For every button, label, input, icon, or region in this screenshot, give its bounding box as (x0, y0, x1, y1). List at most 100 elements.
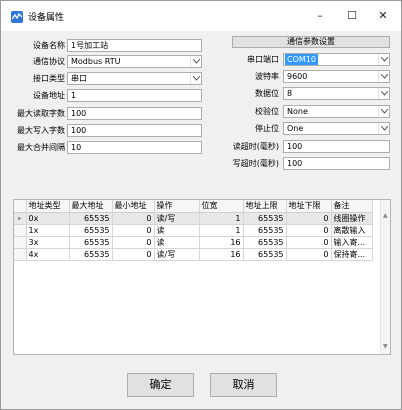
write-timeout-field[interactable]: 100 (283, 157, 390, 170)
table-cell[interactable]: 65535 (69, 212, 113, 225)
column-header[interactable]: 备注 (331, 200, 373, 213)
close-button[interactable]: ✕ (370, 6, 396, 26)
row-header (14, 224, 27, 237)
chevron-down-icon[interactable] (378, 88, 389, 99)
port-label: 串口端口 (247, 55, 279, 64)
column-header[interactable]: 地址类型 (26, 200, 70, 213)
table-cell[interactable]: 0 (286, 248, 332, 261)
databits-value: 8 (287, 89, 293, 98)
table-cell[interactable]: 65535 (243, 236, 287, 249)
table-cell[interactable]: 0x (26, 212, 70, 225)
table-cell[interactable]: 1 (199, 224, 244, 237)
address-label: 设备地址 (33, 91, 65, 100)
table-cell[interactable]: 65535 (69, 248, 113, 261)
interface-value: 串口 (71, 74, 87, 83)
table-cell[interactable]: 0 (286, 224, 332, 237)
chevron-down-icon[interactable] (378, 71, 389, 82)
table-cell[interactable]: 0 (112, 224, 155, 237)
comm-settings-button[interactable]: 通信参数设置 (232, 36, 390, 48)
chevron-down-icon[interactable] (190, 73, 201, 84)
table-cell[interactable]: 0 (112, 248, 155, 261)
max-write-field[interactable]: 100 (67, 124, 202, 137)
window-title: 设备属性 (28, 13, 65, 23)
baud-value: 9600 (287, 72, 308, 81)
table-cell[interactable]: 0 (112, 212, 155, 225)
title-bar: 设备属性 – ☐ ✕ (1, 1, 401, 31)
interface-select[interactable]: 串口 (67, 72, 202, 85)
device-name-label: 设备名称 (33, 41, 65, 50)
minimize-button[interactable]: – (307, 6, 333, 26)
table-cell[interactable]: 65535 (243, 212, 287, 225)
table-row[interactable]: 3x 65535 0 读 16 65535 0 输入寄... (14, 236, 373, 249)
max-merge-field[interactable]: 10 (67, 141, 202, 154)
port-select[interactable]: COM10 (283, 53, 390, 66)
table-cell[interactable]: 65535 (69, 224, 113, 237)
table-cell[interactable]: 保持寄... (331, 248, 373, 261)
table-cell[interactable]: 输入寄... (331, 236, 373, 249)
table-cell[interactable]: 1x (26, 224, 70, 237)
table-cell[interactable]: 65535 (69, 236, 113, 249)
table-cell[interactable]: 65535 (243, 224, 287, 237)
row-header-corner (14, 200, 27, 213)
chevron-down-icon[interactable] (378, 123, 389, 134)
table-cell[interactable]: 16 (199, 236, 244, 249)
table-header-row: 地址类型 最大地址 最小地址 操作 位宽 地址上限 地址下限 备注 (14, 200, 373, 213)
chevron-down-icon[interactable] (190, 56, 201, 67)
table-vertical-scrollbar[interactable]: ▲ ▼ (380, 200, 390, 354)
table-cell[interactable]: 0 (286, 212, 332, 225)
table-cell[interactable]: 4x (26, 248, 70, 261)
write-timeout-label: 写超时(毫秒) (232, 159, 279, 168)
row-header (14, 236, 27, 249)
column-header[interactable]: 最大地址 (69, 200, 113, 213)
scroll-up-icon[interactable]: ▲ (383, 212, 388, 219)
table-cell[interactable]: 3x (26, 236, 70, 249)
table-cell[interactable]: 65535 (243, 248, 287, 261)
maximize-button[interactable]: ☐ (339, 6, 365, 26)
parity-value: None (287, 107, 308, 116)
chevron-down-icon[interactable] (378, 54, 389, 65)
baud-label: 波特率 (255, 72, 279, 81)
max-read-field[interactable]: 100 (67, 107, 202, 120)
stopbits-select[interactable]: One (283, 122, 390, 135)
column-header[interactable]: 操作 (154, 200, 200, 213)
column-header[interactable]: 地址下限 (286, 200, 332, 213)
table-row[interactable]: 1x 65535 0 读 1 65535 0 离散输入 (14, 224, 373, 237)
table-cell[interactable]: 线圈操作 (331, 212, 373, 225)
table-cell[interactable]: 读/写 (154, 248, 200, 261)
device-name-field[interactable]: 1号加工站 (67, 39, 202, 52)
column-header[interactable]: 位宽 (199, 200, 244, 213)
parity-select[interactable]: None (283, 105, 390, 118)
table-row[interactable]: ▸ 0x 65535 0 读/写 1 65535 0 线圈操作 (14, 212, 373, 225)
stopbits-label: 停止位 (255, 124, 279, 133)
address-field[interactable]: 1 (67, 89, 202, 102)
ok-button[interactable]: 确定 (127, 373, 194, 397)
baud-select[interactable]: 9600 (283, 70, 390, 83)
app-icon (11, 11, 23, 23)
column-header[interactable]: 地址上限 (243, 200, 287, 213)
read-timeout-field[interactable]: 100 (283, 140, 390, 153)
table-cell[interactable]: 读/写 (154, 212, 200, 225)
table-cell[interactable]: 0 (286, 236, 332, 249)
table-cell[interactable]: 读 (154, 224, 200, 237)
device-properties-window: 设备属性 – ☐ ✕ 设备名称 1号加工站 通信协议 Modbus RTU 接口… (0, 0, 402, 410)
max-merge-label: 最大合并间隔 (17, 143, 65, 152)
max-write-label: 最大写入字数 (17, 126, 65, 135)
max-read-label: 最大读取字数 (17, 109, 65, 118)
protocol-select[interactable]: Modbus RTU (67, 55, 202, 68)
scroll-down-icon[interactable]: ▼ (383, 343, 388, 350)
table-cell[interactable]: 16 (199, 248, 244, 261)
row-header (14, 248, 27, 261)
databits-select[interactable]: 8 (283, 87, 390, 100)
chevron-down-icon[interactable] (378, 106, 389, 117)
port-value: COM10 (285, 54, 318, 65)
cancel-button[interactable]: 取消 (210, 373, 277, 397)
protocol-value: Modbus RTU (71, 57, 121, 66)
table-cell[interactable]: 离散输入 (331, 224, 373, 237)
column-header[interactable]: 最小地址 (112, 200, 155, 213)
table-row[interactable]: 4x 65535 0 读/写 16 65535 0 保持寄... (14, 248, 373, 261)
table-cell[interactable]: 0 (112, 236, 155, 249)
row-indicator-icon: ▸ (14, 212, 27, 225)
table-cell[interactable]: 1 (199, 212, 244, 225)
stopbits-value: One (287, 124, 304, 133)
table-cell[interactable]: 读 (154, 236, 200, 249)
